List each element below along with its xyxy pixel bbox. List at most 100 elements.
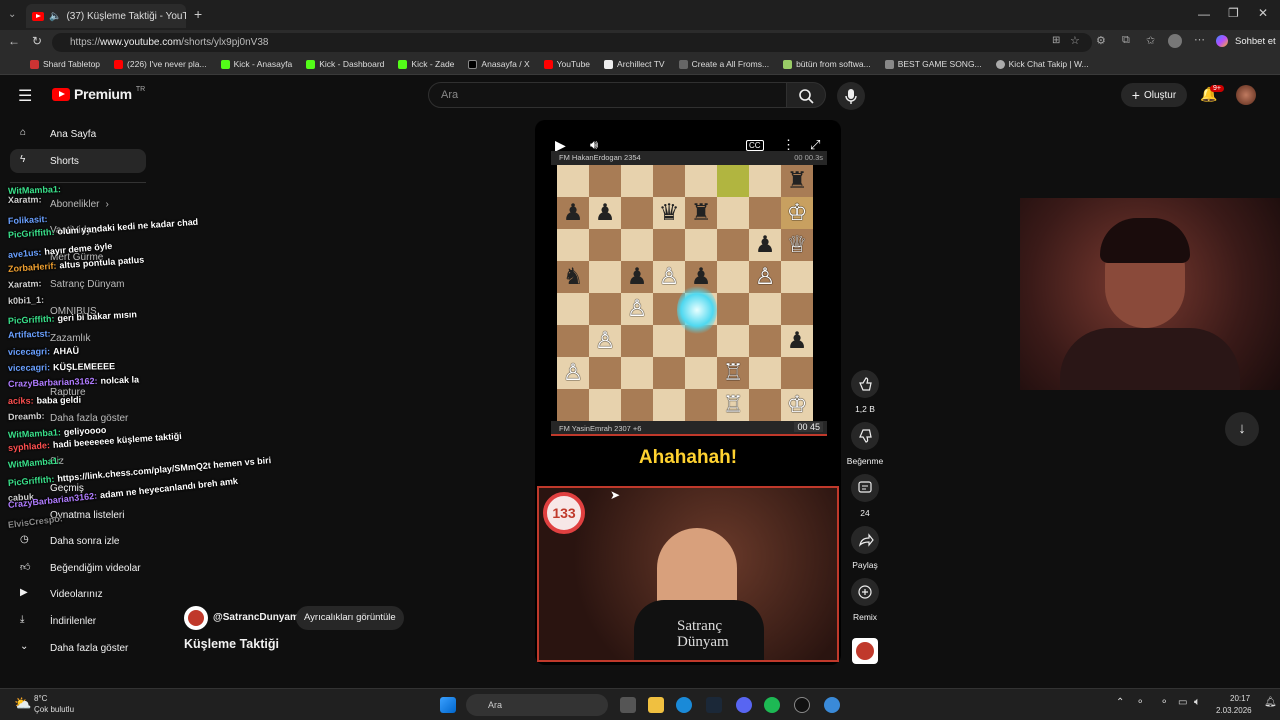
notification-center-icon[interactable]: 🔔︎ <box>1264 697 1277 708</box>
sidebar-item-liked-videos[interactable]: 👍︎ Beğendiğim videolar <box>10 556 146 580</box>
back-icon[interactable]: ← <box>8 34 20 48</box>
steam-icon[interactable] <box>706 697 722 713</box>
sidebar-item-downloads[interactable]: ⤓ İndirilenler <box>10 609 146 633</box>
sidebar-item-your-videos[interactable]: ▶ Videolarınız <box>10 582 146 606</box>
unreal-icon[interactable] <box>794 697 810 713</box>
spotify-icon[interactable] <box>764 697 780 713</box>
tray-chevron-icon[interactable]: ⌃ <box>1116 697 1124 708</box>
channel-handle[interactable]: @SatrancDunyam <box>213 612 299 623</box>
sidebar-item-watch-later[interactable]: ◷ Daha sonra izle <box>10 529 146 553</box>
bookmark[interactable]: Shard Tabletop <box>30 59 100 69</box>
weather-icon[interactable]: ⛅ <box>14 695 31 712</box>
search-input[interactable]: Ara <box>428 82 788 108</box>
black-piece: ♟ <box>594 199 616 226</box>
like-button[interactable] <box>851 370 879 398</box>
sidebar-item-shorts[interactable]: ϟ Shorts <box>10 149 146 173</box>
captions-icon[interactable]: CC <box>746 140 764 151</box>
sidebar-item-home[interactable]: ⌂ Ana Sayfa <box>10 122 146 146</box>
board-square <box>589 389 621 421</box>
sidebar-show-more-2[interactable]: ⌄ Daha fazla göster <box>10 636 146 660</box>
bookmark[interactable]: Anasayfa / X <box>468 59 530 69</box>
bookmark[interactable]: Create a All Froms... <box>678 59 769 69</box>
refresh-icon[interactable]: ↻ <box>32 34 42 48</box>
split-icon[interactable]: ⧉ <box>1122 34 1130 47</box>
copilot-icon[interactable] <box>1216 35 1228 47</box>
more-menu-icon[interactable]: ⋯ <box>1194 33 1205 46</box>
youtube-logo[interactable]: Premium TR <box>52 86 145 102</box>
bookmark[interactable]: YouTube <box>543 59 590 69</box>
app-icon[interactable] <box>824 697 840 713</box>
like-count: 1,2 B <box>855 404 875 414</box>
search-button[interactable] <box>786 82 826 108</box>
profile-avatar[interactable] <box>1168 34 1182 48</box>
extensions-icon[interactable]: ⚙ <box>1096 34 1106 47</box>
bookmark[interactable]: Kick - Dashboard <box>306 59 384 69</box>
close-window-icon[interactable]: ✕ <box>1258 6 1268 20</box>
chat-message: Xaratm: <box>8 278 45 290</box>
white-piece: ♙ <box>754 263 776 290</box>
bookmark[interactable]: Archillect TV <box>604 59 665 69</box>
browser-tab[interactable]: 🔈 (37) Küşleme Taktiği - YouTub ✕ <box>26 4 186 28</box>
restore-icon[interactable]: ❐ <box>1228 6 1239 20</box>
address-bar-row: ← ↻ https://www.youtube.com/shorts/ylx9p… <box>0 30 1280 54</box>
task-view-icon[interactable] <box>620 697 636 713</box>
channel-avatar[interactable] <box>184 606 208 630</box>
black-piece: ♛ <box>658 199 680 226</box>
black-piece: ♜ <box>786 167 808 194</box>
volume-tray-icon[interactable]: 🔈︎ <box>1194 696 1201 709</box>
tray-icon[interactable]: ⚬ <box>1160 697 1168 708</box>
hamburger-menu-icon[interactable]: ☰ <box>18 86 32 106</box>
bookmark[interactable]: Kick - Anasayfa <box>220 59 292 69</box>
bookmark[interactable]: (226) I've never pla... <box>114 59 207 69</box>
remix-button[interactable] <box>851 578 879 606</box>
url-field[interactable]: https://www.youtube.com/shorts/ylx9pj0nV… <box>52 33 1092 52</box>
logo-region: TR <box>135 85 146 93</box>
search-icon <box>799 89 814 104</box>
comment-button[interactable] <box>851 474 879 502</box>
board-square: ♜ <box>685 197 717 229</box>
board-square <box>589 229 621 261</box>
board-square <box>685 229 717 261</box>
white-piece: ♙ <box>562 359 584 386</box>
chat-message: vicecagri: KÜŞLEMEEEE <box>8 361 115 373</box>
tab-title: (37) Küşleme Taktiği - YouTub <box>66 10 186 22</box>
discord-icon[interactable] <box>736 697 752 713</box>
bookmark[interactable]: BEST GAME SONG... <box>884 59 982 69</box>
account-avatar[interactable] <box>1236 85 1256 105</box>
tray-icon[interactable]: ⚬ <box>1136 697 1144 708</box>
board-square: ♕ <box>781 229 813 261</box>
voice-search-button[interactable] <box>837 82 865 110</box>
white-piece: ♕ <box>786 231 808 258</box>
view-perks-button[interactable]: Ayrıcalıkları görüntüle <box>296 606 404 630</box>
new-tab-icon[interactable]: + <box>194 6 202 22</box>
network-icon[interactable]: ▭ <box>1178 697 1187 708</box>
favorite-star-icon[interactable]: ☆ <box>1070 34 1080 47</box>
notification-badge: 9+ <box>1210 85 1224 92</box>
next-short-button[interactable]: ↓ <box>1225 412 1259 446</box>
file-explorer-icon[interactable] <box>648 697 664 713</box>
bookmark[interactable]: Kick - Zade <box>398 59 454 69</box>
start-icon[interactable] <box>440 697 456 713</box>
speaker-icon[interactable]: 🔈 <box>49 11 61 22</box>
favorites-icon[interactable]: ✩ <box>1146 34 1155 47</box>
copilot-label[interactable]: Sohbet et <box>1235 36 1276 47</box>
edge-icon[interactable] <box>676 697 692 713</box>
share-button[interactable] <box>851 526 879 554</box>
app-icon[interactable]: ⊞ <box>1052 35 1060 46</box>
minimize-icon[interactable]: — <box>1198 7 1210 21</box>
board-square <box>749 357 781 389</box>
short-title: Küşleme Taktiği <box>184 637 279 651</box>
bookmark[interactable]: Kick Chat Takip | W... <box>995 59 1089 69</box>
channel-thumbnail[interactable] <box>852 638 878 664</box>
board-square: ♛ <box>653 197 685 229</box>
taskbar-search[interactable]: Ara <box>466 694 608 716</box>
chat-message: vicecagri: AHAÜ <box>8 346 79 357</box>
chat-message: Xaratm: <box>8 194 45 205</box>
create-button[interactable]: + Oluştur <box>1121 83 1187 107</box>
bookmark[interactable]: bütün from softwa... <box>783 59 871 69</box>
board-square <box>557 389 589 421</box>
clock-date[interactable]: 2.03.2026 <box>1216 706 1252 715</box>
tab-list-icon[interactable]: ⌄ <box>8 9 16 20</box>
dislike-button[interactable] <box>851 422 879 450</box>
clock-time[interactable]: 20:17 <box>1230 694 1250 703</box>
